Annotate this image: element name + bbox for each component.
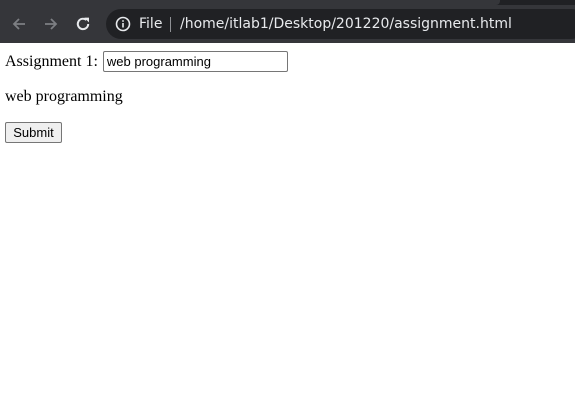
forward-button[interactable] xyxy=(37,10,65,38)
arrow-left-icon xyxy=(10,15,28,33)
reload-icon xyxy=(74,15,92,33)
site-info-chip[interactable]: File xyxy=(139,15,162,33)
address-bar[interactable]: File /home/itlab1/Desktop/201220/assignm… xyxy=(106,9,575,39)
url-text[interactable]: /home/itlab1/Desktop/201220/assignment.h… xyxy=(180,15,512,33)
output-text: web programming xyxy=(5,88,123,105)
page-content: Assignment 1: web programming Submit xyxy=(0,43,575,401)
browser-toolbar: File /home/itlab1/Desktop/201220/assignm… xyxy=(0,5,575,43)
assignment-row: Assignment 1: xyxy=(5,51,288,72)
arrow-right-icon xyxy=(42,15,60,33)
assignment-input[interactable] xyxy=(102,51,288,72)
back-button[interactable] xyxy=(5,10,33,38)
assignment-label: Assignment 1: xyxy=(5,52,98,70)
info-icon[interactable] xyxy=(114,15,132,33)
submit-button[interactable]: Submit xyxy=(5,122,62,143)
reload-button[interactable] xyxy=(69,10,97,38)
omnibox-divider xyxy=(170,17,171,32)
